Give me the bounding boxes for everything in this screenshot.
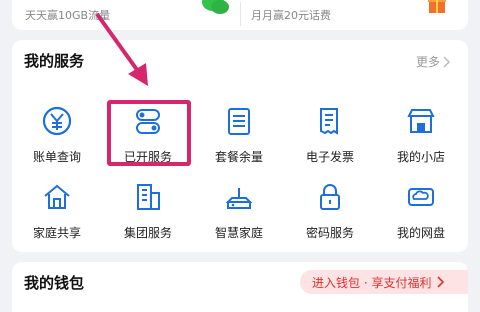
building-icon — [137, 184, 160, 210]
chevron-right-icon — [437, 276, 445, 288]
router-icon — [225, 188, 253, 209]
bill-icon — [42, 106, 72, 136]
service-label: 套餐余量 — [214, 150, 263, 164]
wallet-title: 我的钱包 — [24, 274, 85, 292]
chevron-right-icon — [443, 55, 451, 68]
service-e-invoice[interactable]: 电子发票 — [285, 104, 375, 165]
service-my-shop[interactable]: 我的小店 — [376, 104, 466, 165]
invoice-icon — [320, 108, 338, 135]
service-cloud-drive[interactable]: 我的网盘 — [376, 180, 466, 241]
wallet-promo-button[interactable]: 进入钱包 · 享支付福利 — [300, 270, 468, 294]
service-label: 我的网盘 — [396, 226, 445, 240]
service-smart-home[interactable]: 智慧家庭 — [194, 180, 284, 241]
service-label: 电子发票 — [305, 150, 354, 164]
lock-icon — [320, 184, 340, 210]
service-group[interactable]: 集团服务 — [103, 180, 193, 241]
shop-icon — [407, 109, 435, 133]
more-link[interactable]: 更多 — [416, 53, 451, 70]
service-label: 集团服务 — [123, 226, 172, 240]
service-package-balance[interactable]: 套餐余量 — [194, 104, 284, 165]
divider — [240, 2, 241, 26]
service-label: 密码服务 — [305, 226, 354, 240]
package-icon — [228, 108, 250, 135]
service-bill-query[interactable]: 账单查询 — [12, 104, 102, 165]
wechat-icon — [202, 0, 229, 14]
more-label: 更多 — [416, 55, 441, 69]
service-label: 智慧家庭 — [214, 226, 263, 240]
gift-icon[interactable] — [428, 0, 446, 14]
home-icon — [44, 184, 70, 209]
services-title: 我的服务 — [24, 52, 85, 70]
traffic-promo-text[interactable]: 天天赢10GB流量 — [25, 7, 110, 23]
cloud-drive-icon — [408, 188, 434, 206]
highlight-box — [107, 100, 191, 166]
service-password[interactable]: 密码服务 — [285, 180, 375, 241]
credit-promo-text[interactable]: 月月赢20元话费 — [251, 7, 331, 23]
service-family-share[interactable]: 家庭共享 — [12, 180, 102, 241]
service-label: 我的小店 — [396, 150, 445, 164]
wallet-promo-label: 进入钱包 · 享支付福利 — [312, 275, 432, 290]
service-label: 账单查询 — [32, 150, 81, 164]
service-label: 家庭共享 — [32, 226, 81, 240]
